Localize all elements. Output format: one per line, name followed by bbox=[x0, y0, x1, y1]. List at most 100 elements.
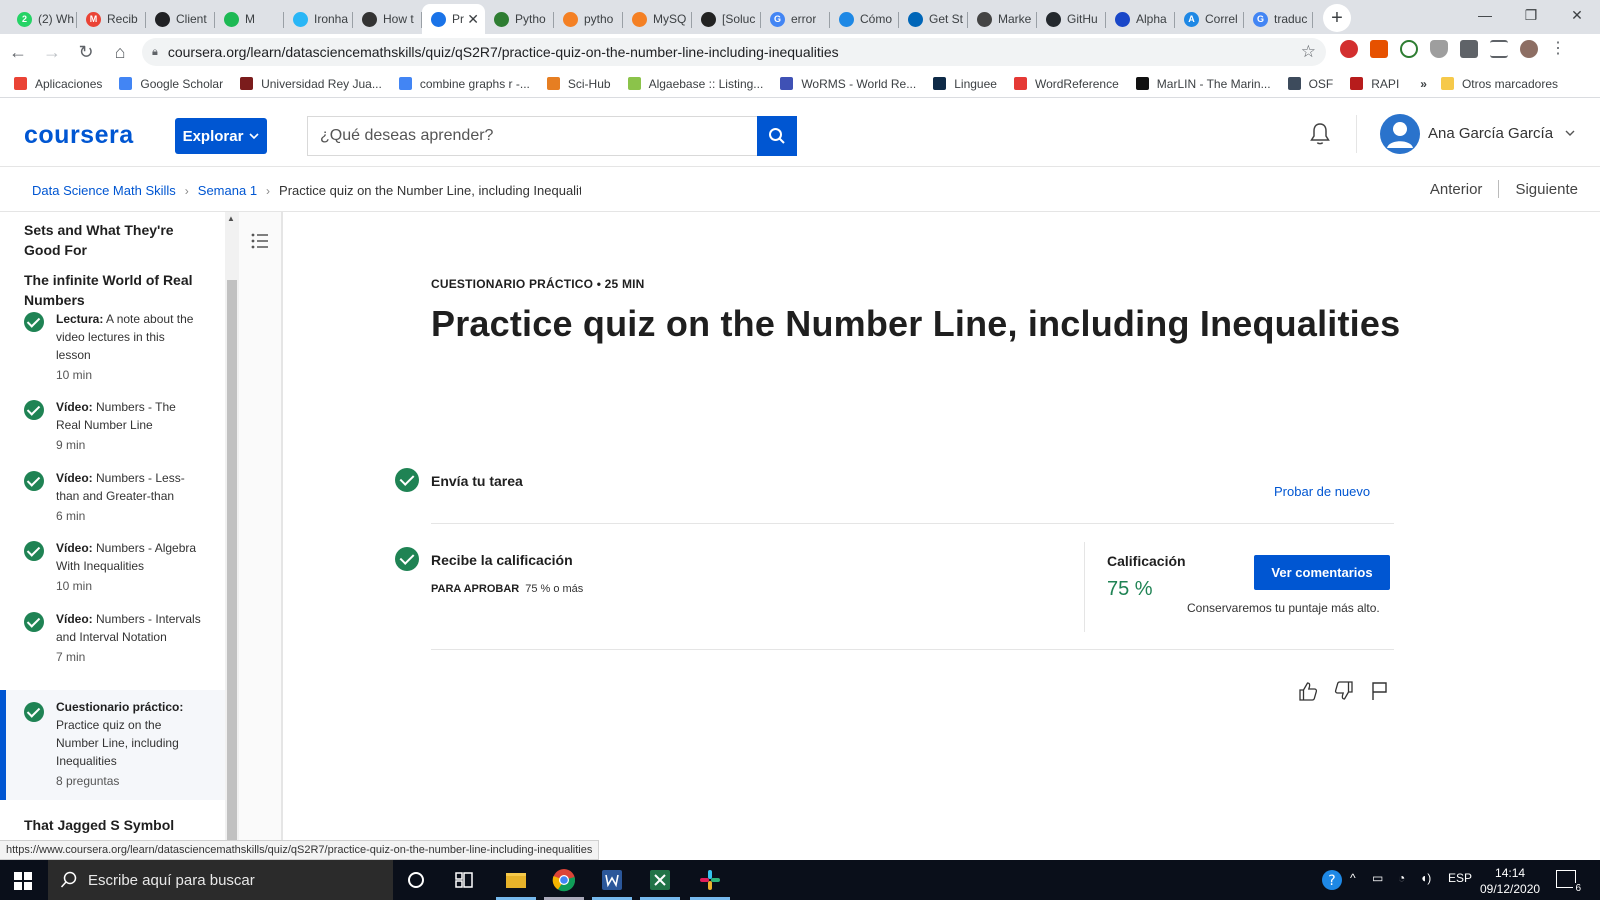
explore-button[interactable]: Explorar bbox=[175, 118, 267, 154]
wifi-icon[interactable]: ◔ bbox=[1398, 871, 1405, 885]
sidebar-lesson-item[interactable]: Cuestionario práctico: Practice quiz on … bbox=[0, 690, 225, 800]
scroll-up-icon[interactable]: ▲ bbox=[227, 214, 235, 223]
word-icon[interactable] bbox=[600, 868, 624, 892]
adblock-extension-icon[interactable] bbox=[1340, 40, 1358, 58]
bookmark-item[interactable]: combine graphs r -... bbox=[398, 77, 530, 91]
flag-icon[interactable] bbox=[1369, 680, 1391, 702]
language-indicator[interactable]: ESP bbox=[1448, 871, 1472, 885]
address-bar[interactable]: 🔒︎ coursera.org/learn/datasciencemathski… bbox=[142, 38, 1326, 66]
minimize-icon[interactable]: — bbox=[1462, 0, 1508, 30]
taskbar-search-box[interactable]: Escribe aquí para buscar bbox=[48, 860, 393, 900]
bookmark-item[interactable]: WoRMS - World Re... bbox=[780, 77, 916, 91]
reload-icon[interactable]: ↻ bbox=[70, 36, 102, 68]
browser-tab[interactable]: GitHu bbox=[1037, 4, 1106, 34]
browser-tab[interactable]: Pr ✕ bbox=[422, 4, 485, 34]
next-button[interactable]: Siguiente bbox=[1515, 181, 1578, 198]
browser-tab[interactable]: Alpha bbox=[1106, 4, 1175, 34]
breadcrumb-course[interactable]: Data Science Math Skills bbox=[32, 183, 176, 198]
bookmark-item[interactable]: Sci-Hub bbox=[546, 77, 611, 91]
bell-icon[interactable] bbox=[1308, 121, 1332, 147]
avatar[interactable] bbox=[1380, 114, 1420, 154]
sidebar-lesson-item[interactable]: Vídeo: Numbers - The Real Number Line 9 m… bbox=[0, 398, 225, 463]
user-menu[interactable]: Ana García García bbox=[1428, 125, 1575, 142]
restore-icon[interactable]: ❐ bbox=[1508, 0, 1554, 30]
chevron-up-icon[interactable]: ^ bbox=[1350, 871, 1356, 885]
sidebar-scrollbar-thumb[interactable] bbox=[227, 280, 237, 840]
browser-tab[interactable]: Pytho bbox=[485, 4, 554, 34]
browser-tab[interactable]: M Recib bbox=[77, 4, 146, 34]
section-title-integrals[interactable]: That Jagged S Symbol bbox=[24, 815, 214, 835]
bookmark-item[interactable]: RAPI bbox=[1350, 77, 1399, 91]
bookmark-item[interactable]: WordReference bbox=[1013, 77, 1119, 91]
browser-tab[interactable]: How t bbox=[353, 4, 422, 34]
browser-tab[interactable]: [Soluc bbox=[692, 4, 761, 34]
browser-tab[interactable]: Gerror bbox=[761, 4, 830, 34]
sidebar-lesson-item[interactable]: Vídeo: Numbers - Intervals and Interval … bbox=[0, 610, 225, 685]
close-tab-icon[interactable]: ✕ bbox=[467, 11, 479, 28]
task-view-icon[interactable] bbox=[452, 868, 476, 892]
chrome-icon[interactable] bbox=[552, 868, 576, 892]
browser-tab[interactable]: M bbox=[215, 4, 284, 34]
bookmark-item[interactable]: OSF bbox=[1287, 77, 1333, 91]
bookmark-item[interactable]: Universidad Rey Jua... bbox=[240, 77, 382, 91]
retry-link[interactable]: Probar de nuevo bbox=[1274, 484, 1370, 499]
browser-tab[interactable]: Ironha bbox=[284, 4, 353, 34]
home-icon[interactable]: ⌂ bbox=[104, 36, 136, 68]
list-outline-icon[interactable] bbox=[250, 231, 270, 251]
cortana-icon[interactable] bbox=[404, 868, 428, 892]
bookmark-item[interactable]: Google Scholar bbox=[119, 77, 223, 91]
search-button[interactable] bbox=[757, 116, 797, 156]
shield-extension-icon[interactable] bbox=[1430, 40, 1448, 58]
browser-tab[interactable]: pytho bbox=[554, 4, 623, 34]
reading-list-icon[interactable] bbox=[1490, 40, 1508, 58]
volume-icon[interactable]: ◖) bbox=[1420, 871, 1431, 885]
browser-tab[interactable]: 2 (2) Wh bbox=[8, 4, 77, 34]
search-input[interactable]: ¿Qué deseas aprender? bbox=[307, 116, 757, 156]
bookmark-item[interactable]: Linguee bbox=[933, 77, 997, 91]
excel-icon[interactable] bbox=[648, 868, 672, 892]
bookmark-star-icon[interactable]: ☆ bbox=[1301, 42, 1316, 62]
puzzle-extensions-icon[interactable] bbox=[1460, 40, 1478, 58]
file-explorer-icon[interactable] bbox=[504, 868, 528, 892]
other-bookmarks[interactable]: Otros marcadores bbox=[1440, 77, 1558, 91]
breadcrumb-week[interactable]: Semana 1 bbox=[198, 183, 257, 198]
key-extension-icon[interactable] bbox=[1400, 40, 1418, 58]
view-feedback-button[interactable]: Ver comentarios bbox=[1254, 555, 1390, 590]
sidebar-lesson-item[interactable]: Lectura: A note about the video lectures… bbox=[0, 310, 225, 390]
browser-tab[interactable]: Marke bbox=[968, 4, 1037, 34]
bookmark-item[interactable]: Aplicaciones bbox=[14, 77, 102, 91]
browser-tab[interactable]: Cómo bbox=[830, 4, 899, 34]
thumbs-down-icon[interactable] bbox=[1333, 680, 1355, 702]
menu-dots-icon[interactable]: ⋮ bbox=[1550, 40, 1566, 58]
slack-icon[interactable] bbox=[698, 868, 722, 892]
browser-tab-label: Client bbox=[176, 12, 207, 26]
close-window-icon[interactable]: ✕ bbox=[1554, 0, 1600, 30]
battery-icon[interactable]: ▭ bbox=[1372, 871, 1383, 885]
browser-tab-label: [Soluc bbox=[722, 12, 756, 26]
taskbar-clock[interactable]: 14:14 09/12/2020 bbox=[1480, 865, 1540, 897]
notifications-icon[interactable]: 6 bbox=[1556, 870, 1583, 895]
sidebar-lesson-item[interactable]: Vídeo: Numbers - Algebra With Inequaliti… bbox=[0, 539, 225, 604]
page-scrollbar[interactable] bbox=[1585, 212, 1600, 840]
browser-tab[interactable]: A Correl bbox=[1175, 4, 1244, 34]
sidebar-lesson-item[interactable]: Vídeo: Numbers - Less-than and Greater-t… bbox=[0, 469, 225, 534]
section-title-real-numbers[interactable]: The infinite World of Real Numbers bbox=[24, 270, 214, 310]
browser-tab[interactable]: Get St bbox=[899, 4, 968, 34]
back-icon[interactable]: ← bbox=[2, 36, 34, 68]
browser-tab[interactable]: Client bbox=[146, 4, 215, 34]
bookmark-item[interactable]: MarLIN - The Marin... bbox=[1135, 77, 1271, 91]
thumbs-up-icon[interactable] bbox=[1297, 680, 1319, 702]
browser-tab[interactable]: Gtraduc bbox=[1244, 4, 1313, 34]
help-icon[interactable]: ? bbox=[1320, 868, 1344, 892]
coursera-logo[interactable]: coursera bbox=[24, 121, 134, 150]
forward-icon[interactable]: → bbox=[36, 36, 68, 68]
windows-start-icon[interactable] bbox=[14, 872, 32, 890]
browser-tab[interactable]: MySQ bbox=[623, 4, 692, 34]
profile-avatar-icon[interactable] bbox=[1520, 40, 1538, 58]
previous-button[interactable]: Anterior bbox=[1430, 181, 1483, 198]
bookmark-item[interactable]: Algaebase :: Listing... bbox=[627, 77, 763, 91]
new-tab-button[interactable]: + bbox=[1323, 4, 1351, 32]
section-title-sets[interactable]: Sets and What They're Good For bbox=[24, 220, 214, 260]
bookmarks-overflow[interactable]: » bbox=[1420, 77, 1427, 91]
sc-extension-icon[interactable] bbox=[1370, 40, 1388, 58]
